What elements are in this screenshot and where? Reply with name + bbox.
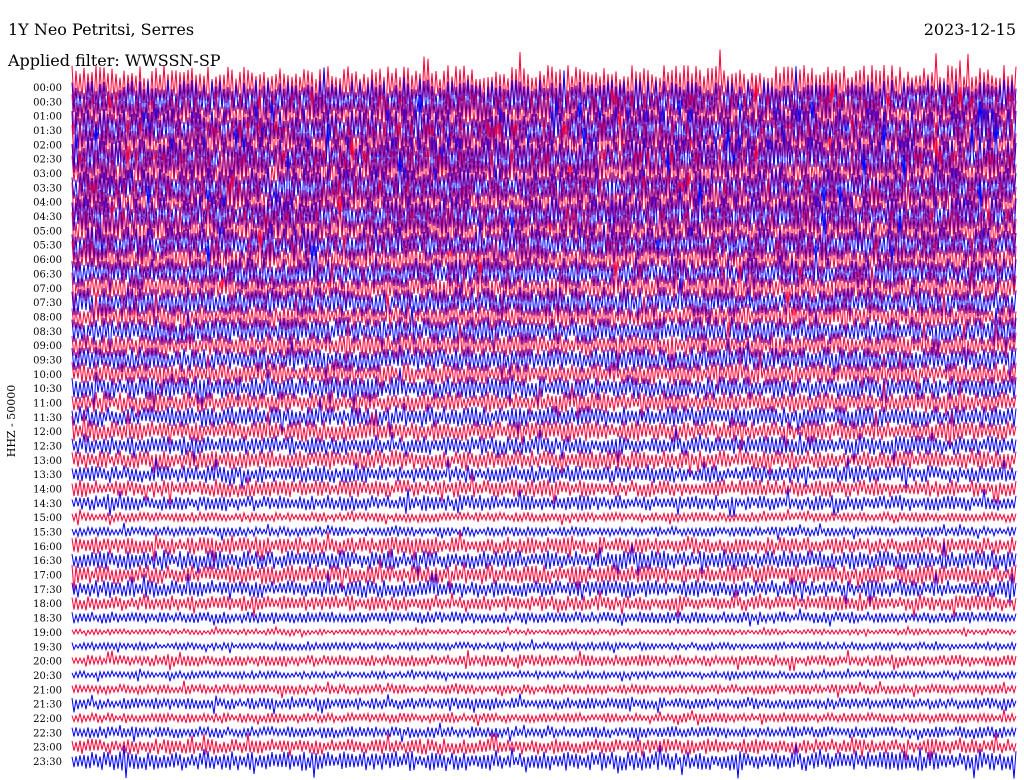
trace-2030 xyxy=(71,667,1017,683)
tick-label-0430: 04:30 xyxy=(33,212,62,223)
trace-2000 xyxy=(71,649,1017,672)
tick-label-1530: 15:30 xyxy=(33,528,62,539)
tick-label-0530: 05:30 xyxy=(33,241,62,252)
tick-label-1730: 17:30 xyxy=(33,585,62,596)
tick-label-0630: 06:30 xyxy=(33,269,62,280)
tick-label-2200: 22:00 xyxy=(33,714,62,725)
tick-label-1930: 19:30 xyxy=(33,642,62,653)
tick-label-0030: 00:30 xyxy=(33,97,62,108)
tick-label-0000: 00:00 xyxy=(33,83,62,94)
tick-label-2100: 21:00 xyxy=(33,685,62,696)
tick-label-0900: 09:00 xyxy=(33,341,62,352)
tick-label-1800: 18:00 xyxy=(33,599,62,610)
tick-label-1100: 11:00 xyxy=(33,398,62,409)
trace-1530 xyxy=(71,522,1017,541)
tick-label-1300: 13:00 xyxy=(33,456,62,467)
tick-label-1130: 11:30 xyxy=(33,413,62,424)
tick-label-1500: 15:00 xyxy=(33,513,62,524)
tick-label-2030: 20:30 xyxy=(33,671,62,682)
tick-label-0230: 02:30 xyxy=(33,155,62,166)
trace-1930 xyxy=(71,639,1017,654)
tick-label-0600: 06:00 xyxy=(33,255,62,266)
tick-label-1330: 13:30 xyxy=(33,470,62,481)
trace-1500 xyxy=(71,509,1017,526)
tick-label-1700: 17:00 xyxy=(33,571,62,582)
tick-label-1230: 12:30 xyxy=(33,442,62,453)
trace-2130 xyxy=(71,693,1017,715)
tick-label-2230: 22:30 xyxy=(33,728,62,739)
trace-2230 xyxy=(71,722,1017,743)
tick-label-0930: 09:30 xyxy=(33,355,62,366)
tick-label-0500: 05:00 xyxy=(33,226,62,237)
tick-label-1430: 14:30 xyxy=(33,499,62,510)
tick-label-0730: 07:30 xyxy=(33,298,62,309)
tick-label-0130: 01:30 xyxy=(33,126,62,137)
tick-label-1200: 12:00 xyxy=(33,427,62,438)
time-tick-labels: 00:00 00:30 01:00 01:30 02:00 02:30 03:00 03:30… xyxy=(33,83,62,768)
tick-label-1600: 16:00 xyxy=(33,542,62,553)
trace-1830 xyxy=(71,608,1017,627)
tick-label-2330: 23:30 xyxy=(33,757,62,768)
tick-label-0100: 01:00 xyxy=(33,112,62,123)
helicorder-traces xyxy=(71,49,1017,779)
tick-label-2300: 23:00 xyxy=(33,743,62,754)
tick-label-2000: 20:00 xyxy=(33,657,62,668)
trace-2100 xyxy=(71,680,1017,699)
tick-label-1400: 14:00 xyxy=(33,485,62,496)
tick-label-1000: 10:00 xyxy=(33,370,62,381)
tick-label-0800: 08:00 xyxy=(33,312,62,323)
tick-label-2130: 21:30 xyxy=(33,700,62,711)
tick-label-1030: 10:30 xyxy=(33,384,62,395)
tick-label-0200: 02:00 xyxy=(33,140,62,151)
tick-label-1900: 19:00 xyxy=(33,628,62,639)
tick-label-1830: 18:30 xyxy=(33,614,62,625)
tick-label-0330: 03:30 xyxy=(33,183,62,194)
trace-1900 xyxy=(71,624,1017,639)
tick-label-0400: 04:00 xyxy=(33,198,62,209)
tick-label-0700: 07:00 xyxy=(33,284,62,295)
tick-label-0830: 08:30 xyxy=(33,327,62,338)
trace-1200 xyxy=(71,411,1017,451)
tick-label-0300: 03:00 xyxy=(33,169,62,180)
tick-label-1630: 16:30 xyxy=(33,556,62,567)
helicorder-plot: 00:00 00:30 01:00 01:30 02:00 02:30 03:00 03:30… xyxy=(33,49,1017,779)
